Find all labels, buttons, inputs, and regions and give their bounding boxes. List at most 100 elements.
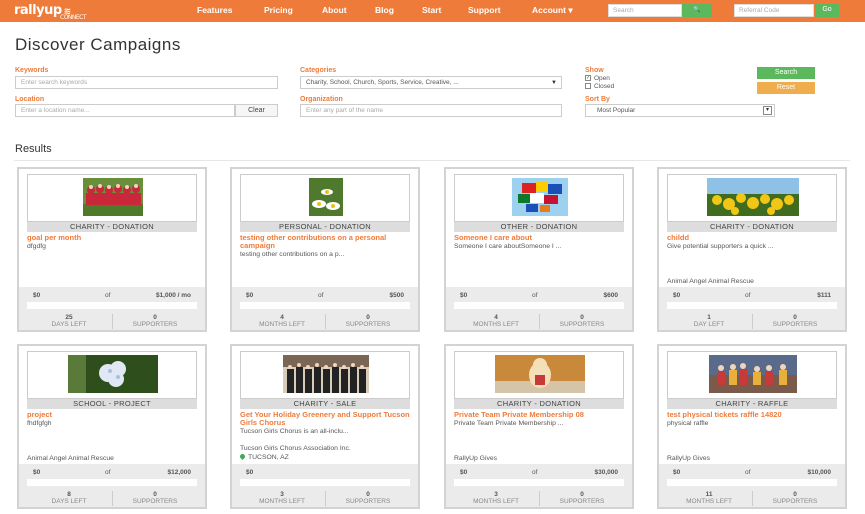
- categories-select[interactable]: Charity, School, Church, Sports, Service…: [300, 76, 562, 89]
- sortby-select[interactable]: Most Popular ▾: [585, 104, 775, 117]
- amount-raised: $0: [673, 292, 681, 299]
- progress-bar: [27, 302, 197, 309]
- campaign-card[interactable]: CHARITY - SALE Get Your Holiday Greenery …: [230, 344, 420, 509]
- progress-bar: [667, 302, 837, 309]
- campaign-image[interactable]: [454, 351, 624, 399]
- location-pin-icon: [238, 452, 247, 461]
- dropdown-arrow-icon: ▾: [763, 106, 772, 115]
- campaign-image[interactable]: [240, 351, 410, 399]
- campaign-category: CHARITY - DONATION: [667, 222, 837, 232]
- amount-raised: $0: [673, 469, 681, 476]
- go-button[interactable]: Go: [815, 4, 839, 17]
- campaign-title[interactable]: childd: [667, 234, 839, 242]
- show-closed-checkbox[interactable]: Closed: [585, 83, 614, 90]
- show-open-checkbox[interactable]: ✓ Open: [585, 75, 610, 82]
- reset-button[interactable]: Reset: [757, 82, 815, 94]
- top-navbar: rallyup ≋ CONNECT Features Pricing About B…: [0, 0, 865, 22]
- campaign-description: physical raffle: [667, 420, 709, 427]
- campaign-organization: RallyUp Gives: [667, 455, 711, 462]
- progress-bar: [454, 302, 624, 309]
- campaign-photo: [512, 178, 568, 216]
- campaign-title[interactable]: Someone I care about: [454, 234, 626, 242]
- campaign-title[interactable]: goal per month: [27, 234, 199, 242]
- time-left: 3 MONTHS LEFT: [473, 491, 519, 505]
- nav-blog[interactable]: Blog: [375, 5, 394, 15]
- dropdown-arrow-icon: ▼: [551, 80, 557, 86]
- campaign-organization: Animal Angel Animal Rescue: [27, 455, 114, 462]
- campaign-stats: $0 of $500 4 MONTHS LEFT 0 SUPPORTERS: [232, 287, 418, 330]
- campaign-title[interactable]: project: [27, 411, 199, 419]
- campaign-category: CHARITY - DONATION: [454, 399, 624, 409]
- nav-support[interactable]: Support: [468, 5, 501, 15]
- campaign-category: OTHER - DONATION: [454, 222, 624, 232]
- supporters-count: 0 SUPPORTERS: [132, 314, 178, 328]
- search-icon[interactable]: 🔍: [682, 4, 712, 17]
- stats-divider: [539, 491, 540, 506]
- campaign-card[interactable]: CHARITY - RAFFLE test physical tickets ra…: [657, 344, 847, 509]
- supporters-count: 0 SUPPORTERS: [559, 491, 605, 505]
- campaign-image[interactable]: [240, 174, 410, 222]
- campaign-stats: $0 of $111 1 DAY LEFT 0 SUPPORTERS: [659, 287, 845, 330]
- time-left: 8 DAYS LEFT: [51, 491, 87, 505]
- campaign-goal: $600: [603, 292, 618, 299]
- search-button[interactable]: Search: [757, 67, 815, 79]
- amount-raised: $0: [460, 292, 468, 299]
- campaign-title[interactable]: test physical tickets raffle 14820: [667, 411, 839, 419]
- campaign-card[interactable]: OTHER - DONATION Someone I care about Some…: [444, 167, 634, 332]
- clear-button[interactable]: Clear: [235, 104, 278, 117]
- campaign-card[interactable]: CHARITY - DONATION childd Give potential s…: [657, 167, 847, 332]
- nav-account[interactable]: Account ▾: [532, 5, 573, 16]
- campaign-card[interactable]: SCHOOL - PROJECT project fhdfgfgh Animal An…: [17, 344, 207, 509]
- keywords-input[interactable]: Enter search keywords: [15, 76, 278, 89]
- campaign-stats: $0 of $12,000 8 DAYS LEFT 0 SUPPORTERS: [19, 464, 205, 507]
- nav-pricing[interactable]: Pricing: [264, 5, 293, 15]
- progress-bar: [454, 479, 624, 486]
- campaign-category: CHARITY - RAFFLE: [667, 399, 837, 409]
- organization-input[interactable]: Enter any part of the name: [300, 104, 562, 117]
- campaign-organization: Animal Angel Animal Rescue: [667, 278, 754, 285]
- nav-features[interactable]: Features: [197, 5, 232, 15]
- location-label: Location: [15, 96, 45, 103]
- time-left: 4 MONTHS LEFT: [473, 314, 519, 328]
- campaign-image[interactable]: [667, 351, 837, 399]
- categories-label: Categories: [300, 67, 337, 74]
- campaign-image[interactable]: [27, 174, 197, 222]
- campaign-card[interactable]: PERSONAL - DONATION testing other contrib…: [230, 167, 420, 332]
- campaign-description: fhdfgfgh: [27, 420, 52, 427]
- campaign-image[interactable]: [27, 351, 197, 399]
- time-left: 1 DAY LEFT: [693, 314, 725, 328]
- of-label: of: [105, 292, 111, 299]
- supporters-count: 0 SUPPORTERS: [132, 491, 178, 505]
- campaign-image[interactable]: [454, 174, 624, 222]
- campaign-title[interactable]: Get Your Holiday Greenery and Support Tu…: [240, 411, 412, 427]
- campaign-card[interactable]: CHARITY - DONATION Private Team Private M…: [444, 344, 634, 509]
- campaign-title[interactable]: Private Team Private Membership 08: [454, 411, 626, 419]
- referral-code-input[interactable]: Referral Code: [734, 4, 814, 17]
- campaign-photo: [83, 178, 143, 216]
- show-label: Show: [585, 67, 604, 74]
- nav-about[interactable]: About: [322, 5, 347, 15]
- page-title: Discover Campaigns: [15, 35, 181, 54]
- campaign-category: SCHOOL - PROJECT: [27, 399, 197, 409]
- campaign-description: Tucson Girls Chorus is an all-inclu...: [240, 428, 349, 435]
- logo-tagline: CONNECT: [60, 14, 87, 21]
- rallyup-logo[interactable]: rallyup ≋ CONNECT: [14, 3, 87, 21]
- supporters-count: 0 SUPPORTERS: [772, 491, 818, 505]
- supporters-count: 0 SUPPORTERS: [345, 491, 391, 505]
- campaign-image[interactable]: [667, 174, 837, 222]
- amount-raised: $0: [246, 292, 254, 299]
- campaign-title[interactable]: testing other contributions on a persona…: [240, 234, 412, 250]
- progress-bar: [240, 302, 410, 309]
- campaign-photo: [495, 355, 585, 393]
- header-search-input[interactable]: Search: [608, 4, 682, 17]
- campaign-goal: $1,000 / mo: [155, 292, 191, 299]
- campaign-card[interactable]: CHARITY - DONATION goal per month dfgdfg $0…: [17, 167, 207, 332]
- location-input[interactable]: Enter a location name...: [15, 104, 235, 117]
- nav-start[interactable]: Start: [422, 5, 441, 15]
- of-label: of: [532, 292, 538, 299]
- sortby-label: Sort By: [585, 96, 610, 103]
- progress-bar: [240, 479, 410, 486]
- time-left: 3 MONTHS LEFT: [259, 491, 305, 505]
- progress-bar: [27, 479, 197, 486]
- campaign-photo: [283, 355, 369, 393]
